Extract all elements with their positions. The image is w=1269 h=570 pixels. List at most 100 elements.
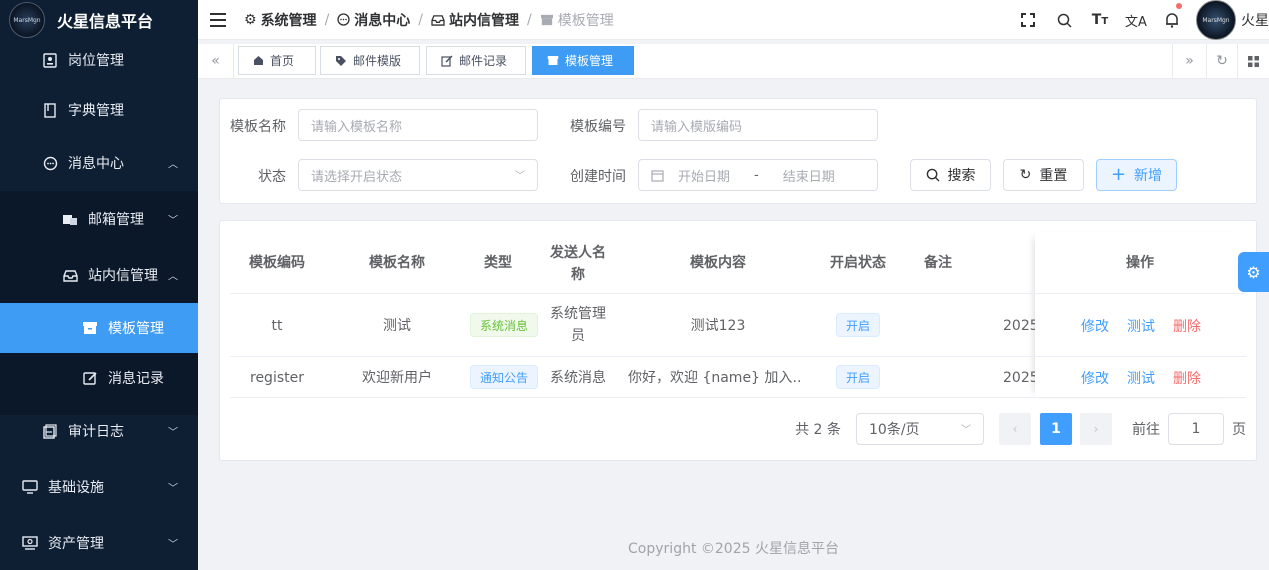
plus-icon: +	[1110, 164, 1127, 185]
next-page-button[interactable]: ›	[1080, 413, 1112, 445]
tag-label: 邮件记录	[459, 54, 508, 68]
scroll-right-icon[interactable]: »	[1172, 44, 1207, 78]
page-size-value: 10条/页	[869, 422, 920, 438]
logo-area[interactable]: MarsMgn 火星信息平台	[0, 0, 198, 40]
cell-created: 2025-	[1003, 370, 1035, 386]
sidebar-item-label: 基础设施	[48, 480, 104, 496]
breadcrumb-separator: /	[418, 11, 423, 28]
cell-created: 2025-	[1003, 318, 1035, 334]
test-link[interactable]: 测试	[1127, 316, 1155, 336]
username[interactable]: 火星	[1241, 10, 1269, 30]
breadcrumb: ⚙ 系统管理 / 消息中心 / 站内信管理 / 模板管理	[244, 10, 614, 30]
reset-button[interactable]: ↻ 重置	[1003, 159, 1084, 191]
menu-toggle-icon[interactable]	[210, 12, 226, 27]
edit-link[interactable]: 修改	[1081, 316, 1109, 336]
breadcrumb-item[interactable]: 消息中心	[354, 10, 410, 30]
fullscreen-icon[interactable]	[1010, 0, 1046, 40]
sidebar-item-label: 字典管理	[68, 103, 124, 119]
cell-name: 欢迎新用户	[362, 370, 432, 386]
delete-link[interactable]: 删除	[1173, 368, 1201, 388]
sidebar-item-template-mgmt[interactable]: 模板管理	[0, 303, 198, 353]
page-unit-label: 页	[1232, 422, 1246, 438]
delete-link[interactable]: 删除	[1173, 316, 1201, 336]
goto-page-input[interactable]: 1	[1168, 413, 1224, 445]
template-name-input[interactable]: 请输入模板名称	[298, 109, 538, 141]
tag-home[interactable]: 首页	[238, 46, 316, 75]
asset-icon	[22, 535, 38, 551]
chat-icon	[337, 13, 350, 26]
sidebar-item-dict[interactable]: 字典管理	[0, 85, 198, 135]
box-icon	[82, 320, 98, 336]
footer-copyright: Copyright ©2025 火星信息平台	[628, 541, 839, 557]
add-button[interactable]: + 新增	[1096, 159, 1177, 191]
column-header: 类型	[484, 255, 512, 271]
date-range-picker[interactable]: 开始日期 - 结束日期	[638, 159, 878, 191]
sidebar-item-label: 邮箱管理	[88, 212, 144, 228]
sidebar-item-label: 站内信管理	[88, 268, 158, 284]
font-size-icon[interactable]: TT	[1082, 0, 1118, 40]
tag-mail-template[interactable]: 邮件模版	[320, 46, 420, 75]
gear-icon: ⚙	[244, 11, 257, 28]
app-title: 火星信息平台	[57, 12, 154, 31]
type-badge: 系统消息	[470, 313, 538, 337]
chevron-down-icon: ﹀	[168, 427, 178, 439]
page-size-select[interactable]: 10条/页 ﹀	[856, 413, 984, 445]
type-badge: 通知公告	[470, 365, 538, 389]
status-label: 状态	[258, 169, 286, 185]
template-code-label: 模板编号	[570, 119, 626, 135]
chevron-up-icon: ︿	[168, 159, 178, 171]
sidebar-item-message-center[interactable]: 消息中心 ︿	[0, 138, 198, 188]
prev-page-button[interactable]: ‹	[999, 413, 1031, 445]
calendar-icon	[651, 169, 664, 182]
sidebar-item-assets[interactable]: 资产管理 ﹀	[0, 518, 198, 568]
sidebar-item-post[interactable]: 岗位管理	[0, 35, 198, 85]
tag-icon	[335, 55, 347, 67]
sidebar-item-audit-log[interactable]: 审计日志 ﹀	[0, 406, 198, 456]
pagination-total: 共 2 条	[795, 422, 841, 438]
breadcrumb-item[interactable]: 站内信管理	[449, 10, 519, 30]
search-icon	[926, 168, 940, 182]
sidebar-item-label: 消息记录	[108, 371, 164, 387]
user-card-icon	[42, 52, 58, 68]
search-button[interactable]: 搜索	[910, 159, 991, 191]
sidebar-item-infra[interactable]: 基础设施 ﹀	[0, 462, 198, 512]
column-header: 模板编码	[249, 255, 305, 271]
chevron-down-icon: ﹀	[168, 539, 178, 551]
breadcrumb-item[interactable]: 系统管理	[261, 10, 317, 30]
test-link[interactable]: 测试	[1127, 368, 1155, 388]
refresh-icon[interactable]: ↻	[1207, 44, 1238, 78]
chat-icon	[42, 155, 58, 171]
translate-icon[interactable]: 文A	[1118, 0, 1154, 40]
start-date-placeholder[interactable]: 开始日期	[678, 166, 730, 185]
header-actions: TT 文A MarsMgn 火星	[1010, 0, 1269, 40]
edit-link[interactable]: 修改	[1081, 368, 1109, 388]
sidebar-item-mailbox[interactable]: 邮箱管理 ﹀	[0, 194, 198, 244]
book-icon	[42, 102, 58, 118]
bell-icon[interactable]	[1154, 0, 1190, 40]
template-name-placeholder: 请输入模板名称	[311, 119, 403, 135]
grid-menu-icon[interactable]	[1238, 44, 1269, 78]
sidebar-item-label: 模板管理	[108, 321, 164, 337]
tag-mail-log[interactable]: 邮件记录	[426, 46, 526, 75]
chevron-up-icon: ︿	[168, 271, 178, 283]
avatar[interactable]: MarsMgn	[1196, 0, 1236, 40]
cell-name: 测试	[383, 318, 411, 334]
sidebar-item-message-log[interactable]: 消息记录	[0, 353, 198, 403]
column-header: 模板名称	[369, 255, 425, 271]
template-code-input[interactable]: 请输入模版编码	[638, 109, 878, 141]
box-icon	[540, 14, 554, 26]
box-icon	[547, 55, 559, 66]
search-icon[interactable]	[1046, 0, 1082, 40]
tag-template-mgmt[interactable]: 模板管理	[532, 46, 634, 75]
settings-button[interactable]: ⚙	[1238, 252, 1269, 292]
logo-text: MarsMgn	[13, 16, 41, 24]
add-button-label: 新增	[1134, 168, 1163, 184]
status-select[interactable]: 请选择开启状态 ﹀	[298, 159, 538, 191]
cell-content: 测试123	[690, 318, 746, 334]
sidebar-item-inbox-mgmt[interactable]: 站内信管理 ︿	[0, 250, 198, 300]
template-name-label: 模板名称	[230, 119, 286, 135]
end-date-placeholder[interactable]: 结束日期	[783, 166, 835, 185]
page-number-current[interactable]: 1	[1040, 413, 1072, 445]
column-header: 发送人名称	[550, 245, 606, 283]
scroll-left-icon[interactable]: «	[198, 44, 234, 78]
